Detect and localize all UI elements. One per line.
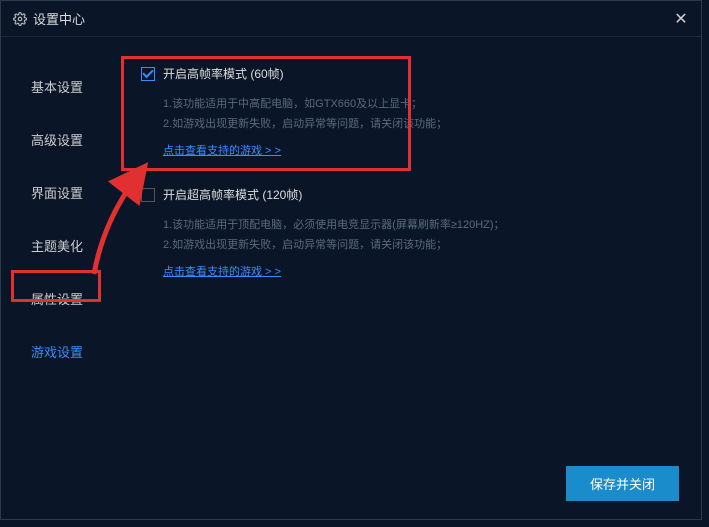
option-ultrafps: 开启超高帧率模式 (120帧) 1.该功能适用于顶配电脑，必须使用电竞显示器(屏…: [141, 186, 661, 279]
highfps-desc2: 2.如游戏出现更新失败，启动异常等问题，请关闭该功能；: [141, 114, 661, 134]
checkbox-ultrafps-label: 开启超高帧率模式 (120帧): [163, 186, 302, 203]
close-icon[interactable]: ✕: [673, 11, 689, 27]
ultrafps-desc1: 1.该功能适用于顶配电脑，必须使用电竞显示器(屏幕刷新率≥120HZ)；: [141, 215, 661, 235]
sidebar-item-theme[interactable]: 主题美化: [1, 226, 111, 265]
sidebar-item-property[interactable]: 属性设置: [1, 279, 111, 318]
content-pane: 开启高帧率模式 (60帧) 1.该功能适用于中高配电脑，如GTX660及以上显卡…: [111, 37, 701, 519]
option-highfps: 开启高帧率模式 (60帧) 1.该功能适用于中高配电脑，如GTX660及以上显卡…: [141, 65, 661, 158]
sidebar-item-ui[interactable]: 界面设置: [1, 173, 111, 212]
titlebar: 设置中心 ✕: [1, 1, 701, 37]
ultrafps-desc2: 2.如游戏出现更新失败，启动异常等问题，请关闭该功能；: [141, 235, 661, 255]
highfps-desc1: 1.该功能适用于中高配电脑，如GTX660及以上显卡；: [141, 94, 661, 114]
sidebar-item-game[interactable]: 游戏设置: [1, 332, 111, 371]
sidebar-item-basic[interactable]: 基本设置: [1, 67, 111, 106]
checkbox-ultrafps[interactable]: [141, 188, 155, 202]
checkbox-highfps-label: 开启高帧率模式 (60帧): [163, 65, 284, 82]
gear-icon: [13, 12, 27, 26]
highfps-link[interactable]: 点击查看支持的游戏 > >: [141, 142, 281, 158]
save-close-button[interactable]: 保存并关闭: [566, 466, 679, 501]
sidebar-item-advanced[interactable]: 高级设置: [1, 120, 111, 159]
ultrafps-link[interactable]: 点击查看支持的游戏 > >: [141, 263, 281, 279]
window-title: 设置中心: [33, 9, 85, 28]
sidebar: 基本设置 高级设置 界面设置 主题美化 属性设置 游戏设置: [1, 37, 111, 519]
checkbox-highfps[interactable]: [141, 67, 155, 81]
